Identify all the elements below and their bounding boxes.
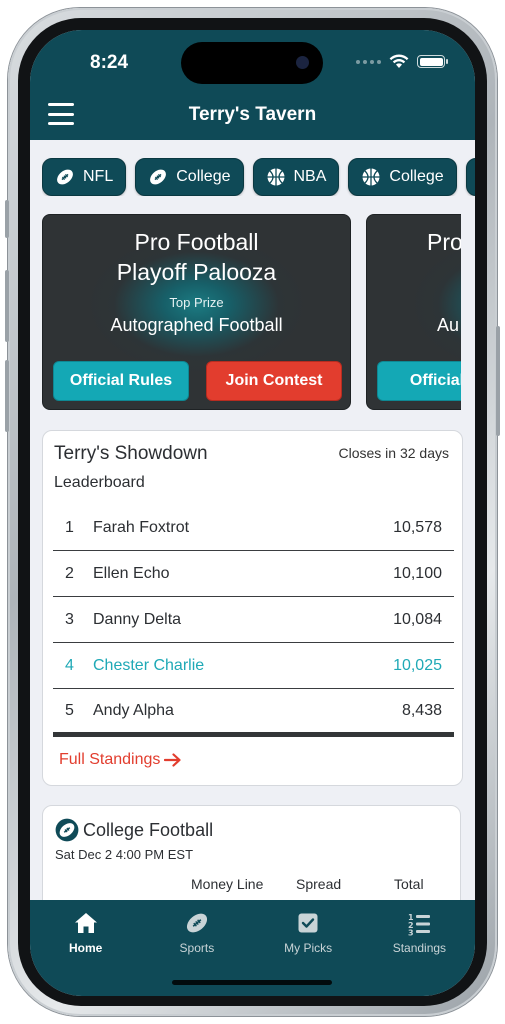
status-icons	[356, 54, 448, 69]
rank: 3	[65, 610, 74, 628]
contest-card[interactable]: Pro Au Official R	[366, 214, 461, 410]
volume-down-button	[5, 360, 9, 432]
player-name: Andy Alpha	[93, 701, 174, 719]
official-rules-button[interactable]: Official Rules	[53, 361, 189, 401]
football-icon	[186, 913, 207, 933]
tab-label: Standings	[392, 941, 447, 955]
full-standings-label: Full Standings	[59, 751, 161, 768]
ordered-list-icon: 123	[408, 913, 431, 937]
join-contest-button[interactable]: Join Contest	[206, 361, 342, 401]
player-name: Danny Delta	[93, 610, 182, 628]
total-header: Total	[394, 876, 424, 892]
tab-standings[interactable]: 123 Standings	[364, 900, 475, 996]
football-icon	[150, 169, 167, 185]
game-time: Sat Dec 2 4:00 PM EST	[55, 847, 194, 862]
player-name: Ellen Echo	[93, 564, 170, 582]
arrow-right-icon	[164, 753, 181, 767]
screen: 8:24 Terry's Tavern NFL College NBA Coll…	[30, 30, 475, 996]
points: 8,438	[401, 701, 442, 719]
contest-title: Pro	[427, 229, 461, 255]
prize-value: Autographed Football	[110, 315, 283, 335]
leaderboard-row[interactable]: 3 Danny Delta 10,084	[53, 597, 454, 643]
rank: 2	[65, 564, 74, 582]
leaderboard-card: Terry's Showdown Closes in 32 days Leade…	[42, 430, 463, 786]
chip-college-basketball[interactable]: College	[348, 158, 457, 196]
chip-label: NBA	[293, 168, 327, 185]
leaderboard-row[interactable]: 1 Farah Foxtrot 10,578	[53, 505, 454, 551]
status-time: 8:24	[90, 52, 129, 73]
tab-label: Sports	[179, 941, 215, 955]
chip-label: College	[176, 168, 231, 185]
app-title: Terry's Tavern	[188, 104, 317, 125]
leaderboard-row[interactable]: 5 Andy Alpha 8,438	[53, 689, 454, 737]
home-icon	[74, 913, 97, 933]
tab-label: My Picks	[284, 941, 333, 955]
official-rules-button[interactable]: Official R	[377, 361, 461, 401]
dynamic-island	[181, 42, 323, 84]
tab-home[interactable]: Home	[30, 900, 141, 996]
contest-card[interactable]: Pro Football Playoff Palooza Top Prize A…	[42, 214, 351, 410]
leaderboard-row[interactable]: 2 Ellen Echo 10,100	[53, 551, 454, 597]
points: 10,578	[393, 518, 442, 536]
rank: 1	[65, 518, 74, 536]
points: 10,025	[393, 656, 442, 674]
game-title: College Football	[55, 818, 213, 842]
rank: 5	[65, 701, 74, 719]
sport-filter-chips: NFL College NBA College	[42, 158, 475, 196]
prize-label: Top Prize	[169, 295, 224, 310]
closes-countdown: Closes in 32 days	[338, 445, 449, 461]
contest-title: Pro Football	[134, 229, 259, 255]
player-name: Farah Foxtrot	[93, 518, 190, 536]
rank: 4	[65, 656, 74, 674]
chip-label: NFL	[83, 168, 114, 185]
power-button	[496, 326, 500, 436]
contest-name: Terry's Showdown	[54, 443, 208, 464]
action-button	[5, 200, 9, 238]
check-square-icon	[298, 913, 318, 933]
chip-nfl[interactable]: NFL	[42, 158, 127, 196]
game-league: College Football	[83, 819, 214, 840]
status-bar: 8:24	[30, 30, 475, 90]
app-header: Terry's Tavern	[30, 90, 475, 140]
player-name: Chester Charlie	[93, 656, 205, 674]
prize-value: Au	[437, 315, 460, 335]
basketball-icon	[362, 168, 380, 186]
points: 10,100	[393, 564, 442, 582]
camera-icon	[296, 56, 309, 69]
svg-text:3: 3	[408, 929, 414, 937]
chip-college-football[interactable]: College	[135, 158, 244, 196]
chip-nba[interactable]: NBA	[252, 158, 340, 196]
chip-label: College	[389, 168, 444, 185]
tab-label: Home	[68, 941, 103, 955]
contest-carousel[interactable]: Pro Football Playoff Palooza Top Prize A…	[42, 214, 461, 410]
signal-icon	[356, 59, 381, 64]
chip-more[interactable]	[465, 158, 475, 196]
leaderboard-heading: Leaderboard	[54, 474, 145, 491]
football-icon	[55, 818, 79, 842]
spread-header: Spread	[296, 876, 342, 892]
home-indicator[interactable]	[172, 980, 332, 985]
leaderboard-list: 1 Farah Foxtrot 10,578 2 Ellen Echo 10,1…	[53, 505, 454, 737]
money-line-header: Money Line	[191, 876, 264, 892]
wifi-icon	[389, 54, 409, 68]
contest-subtitle: Playoff Palooza	[116, 259, 277, 285]
volume-up-button	[5, 270, 9, 342]
football-icon	[57, 169, 73, 185]
battery-icon	[417, 55, 448, 68]
full-standings-link[interactable]: Full Standings	[59, 751, 182, 769]
points: 10,084	[393, 610, 442, 628]
leaderboard-row-current-user[interactable]: 4 Chester Charlie 10,025	[53, 643, 454, 689]
basketball-icon	[267, 168, 284, 186]
